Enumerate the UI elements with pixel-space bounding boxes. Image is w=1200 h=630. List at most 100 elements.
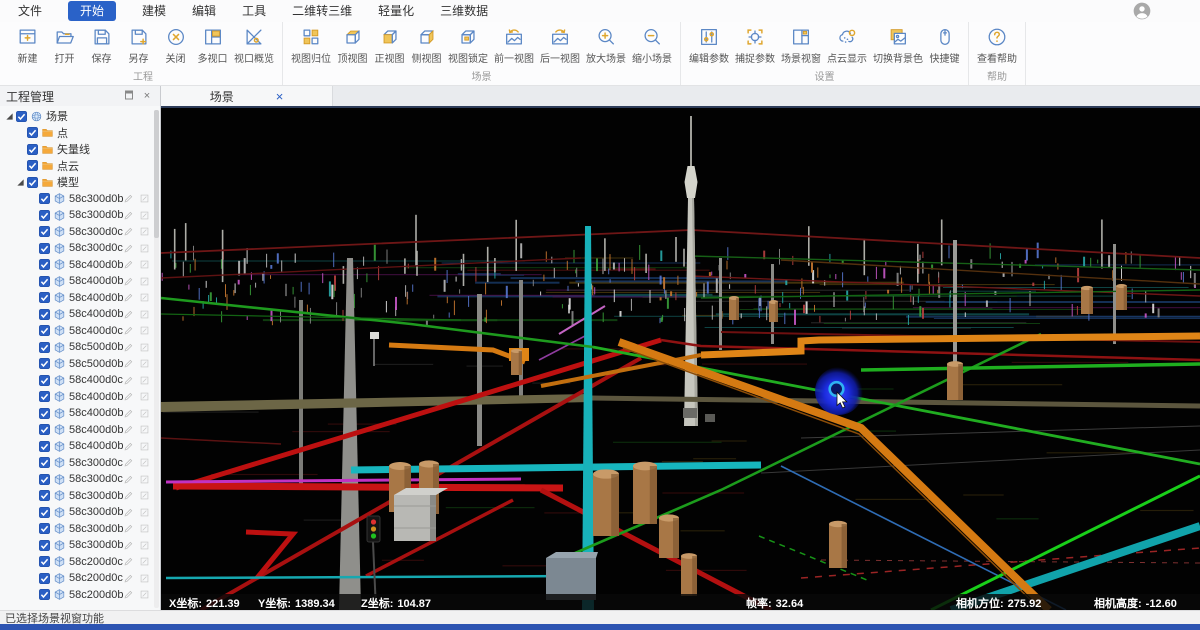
tree-item-model[interactable]: 58c300d0bc (0, 521, 160, 538)
checkbox-checked[interactable] (16, 111, 27, 122)
edit-pencil-icon[interactable] (123, 358, 134, 369)
ribbon-button-close-circle[interactable]: 关闭 (157, 24, 194, 67)
edit-pencil-icon[interactable] (123, 540, 134, 551)
checkbox-checked[interactable] (39, 474, 50, 485)
ribbon-button-new-window[interactable]: 新建 (9, 24, 46, 67)
edit-note-icon[interactable] (139, 523, 150, 534)
edit-note-icon[interactable] (139, 292, 150, 303)
edit-note-icon[interactable] (139, 325, 150, 336)
ribbon-button-zoom-out[interactable]: 缩小场景 (629, 24, 675, 67)
edit-pencil-icon[interactable] (123, 292, 134, 303)
menu-tab[interactable]: 开始 (68, 1, 116, 21)
ribbon-button-help[interactable]: 查看帮助 (974, 24, 1020, 67)
ribbon-button-snap-params[interactable]: 捕捉参数 (732, 24, 778, 67)
edit-note-icon[interactable] (139, 210, 150, 221)
tree-item-model[interactable]: 58c300d0be (0, 191, 160, 208)
checkbox-checked[interactable] (39, 490, 50, 501)
ribbon-button-top-view[interactable]: 顶视图 (334, 24, 371, 67)
checkbox-checked[interactable] (39, 457, 50, 468)
close-icon[interactable]: × (140, 89, 154, 103)
ribbon-button-scene-window[interactable]: 场景视窗 (778, 24, 824, 67)
checkbox-checked[interactable] (27, 127, 38, 138)
tree-item-model[interactable]: 58c500d0bf (0, 339, 160, 356)
edit-pencil-icon[interactable] (123, 276, 134, 287)
edit-note-icon[interactable] (139, 309, 150, 320)
checkbox-checked[interactable] (39, 391, 50, 402)
tree-item-folder[interactable]: 模型 (0, 174, 160, 191)
tree-item-model[interactable]: 58c300d0c1 (0, 240, 160, 257)
edit-note-icon[interactable] (139, 276, 150, 287)
ribbon-button-save-as[interactable]: 另存 (120, 24, 157, 67)
ribbon-button-edit-params[interactable]: 编辑参数 (686, 24, 732, 67)
edit-note-icon[interactable] (139, 193, 150, 204)
tree-item-model[interactable]: 58c500d0bf (0, 356, 160, 373)
ribbon-button-zoom-in[interactable]: 放大场景 (583, 24, 629, 67)
edit-pencil-icon[interactable] (123, 309, 134, 320)
tree-item-model[interactable]: 58c300d0bf (0, 488, 160, 505)
checkbox-checked[interactable] (27, 160, 38, 171)
edit-pencil-icon[interactable] (123, 441, 134, 452)
checkbox-checked[interactable] (39, 309, 50, 320)
edit-pencil-icon[interactable] (123, 243, 134, 254)
ribbon-button-background-color[interactable]: 切换背景色 (870, 24, 926, 67)
edit-pencil-icon[interactable] (123, 325, 134, 336)
edit-pencil-icon[interactable] (123, 457, 134, 468)
checkbox-checked[interactable] (27, 144, 38, 155)
edit-pencil-icon[interactable] (123, 391, 134, 402)
ribbon-button-viewport-overview[interactable]: 视口概览 (231, 24, 277, 67)
menu-tab[interactable]: 文件 (18, 3, 42, 19)
menu-tab[interactable]: 三维数据 (440, 3, 488, 19)
tree-item-folder[interactable]: 点云 (0, 158, 160, 175)
edit-note-icon[interactable] (139, 589, 150, 600)
checkbox-checked[interactable] (39, 325, 50, 336)
tree-item-model[interactable]: 58c300d0bc (0, 537, 160, 554)
ribbon-button-view-home[interactable]: 视图归位 (288, 24, 334, 67)
tree-item-model[interactable]: 58c300d0be (0, 504, 160, 521)
checkbox-checked[interactable] (39, 540, 50, 551)
tree-item-folder[interactable]: 点 (0, 125, 160, 142)
tree-item-folder[interactable]: 矢量线 (0, 141, 160, 158)
edit-note-icon[interactable] (139, 391, 150, 402)
tab-close-icon[interactable]: × (276, 90, 284, 103)
edit-note-icon[interactable] (139, 556, 150, 567)
menu-tab[interactable]: 建模 (142, 3, 166, 19)
checkbox-checked[interactable] (39, 358, 50, 369)
expand-arrow-icon[interactable] (16, 178, 25, 187)
checkbox-checked[interactable] (39, 441, 50, 452)
checkbox-checked[interactable] (39, 523, 50, 534)
edit-note-icon[interactable] (139, 424, 150, 435)
edit-note-icon[interactable] (139, 243, 150, 254)
ribbon-button-point-cloud[interactable]: 点云显示 (824, 24, 870, 67)
tree-item-model[interactable]: 58c400d0bc (0, 273, 160, 290)
edit-note-icon[interactable] (139, 441, 150, 452)
tab-scene[interactable]: 场景 × (161, 86, 333, 106)
selection-sphere[interactable] (815, 367, 863, 415)
sidebar-scrollbar[interactable] (154, 110, 159, 608)
ribbon-button-save[interactable]: 保存 (83, 24, 120, 67)
edit-pencil-icon[interactable] (123, 573, 134, 584)
viewport-3d[interactable]: X坐标:221.39 Y坐标:1389.34 Z坐标:104.87 帧率:32.… (161, 108, 1200, 610)
ribbon-button-open-folder[interactable]: 打开 (46, 24, 83, 67)
ribbon-button-next-view[interactable]: 后一视图 (537, 24, 583, 67)
tree-item-model[interactable]: 58c400d0bb (0, 257, 160, 274)
tree-item-model[interactable]: 58c400d0bf (0, 306, 160, 323)
tree-item-model[interactable]: 58c300d0c1 (0, 455, 160, 472)
tree-item-model[interactable]: 58c400d0bf (0, 389, 160, 406)
ribbon-button-front-view[interactable]: 正视图 (371, 24, 408, 67)
tree-item-model[interactable]: 58c200d0bf (0, 587, 160, 604)
edit-pencil-icon[interactable] (123, 193, 134, 204)
edit-pencil-icon[interactable] (123, 507, 134, 518)
tree-item-scene[interactable]: 场景 (0, 108, 160, 125)
tree-item-model[interactable]: 58c400d0bc (0, 422, 160, 439)
tree-item-model[interactable]: 58c300d0bf (0, 207, 160, 224)
checkbox-checked[interactable] (39, 424, 50, 435)
expand-arrow-icon[interactable] (5, 112, 14, 121)
edit-note-icon[interactable] (139, 375, 150, 386)
edit-pencil-icon[interactable] (123, 474, 134, 485)
pin-icon[interactable] (122, 89, 136, 103)
checkbox-checked[interactable] (39, 193, 50, 204)
tree-item-model[interactable]: 58c400d0bc (0, 290, 160, 307)
edit-pencil-icon[interactable] (123, 408, 134, 419)
edit-pencil-icon[interactable] (123, 556, 134, 567)
edit-pencil-icon[interactable] (123, 424, 134, 435)
